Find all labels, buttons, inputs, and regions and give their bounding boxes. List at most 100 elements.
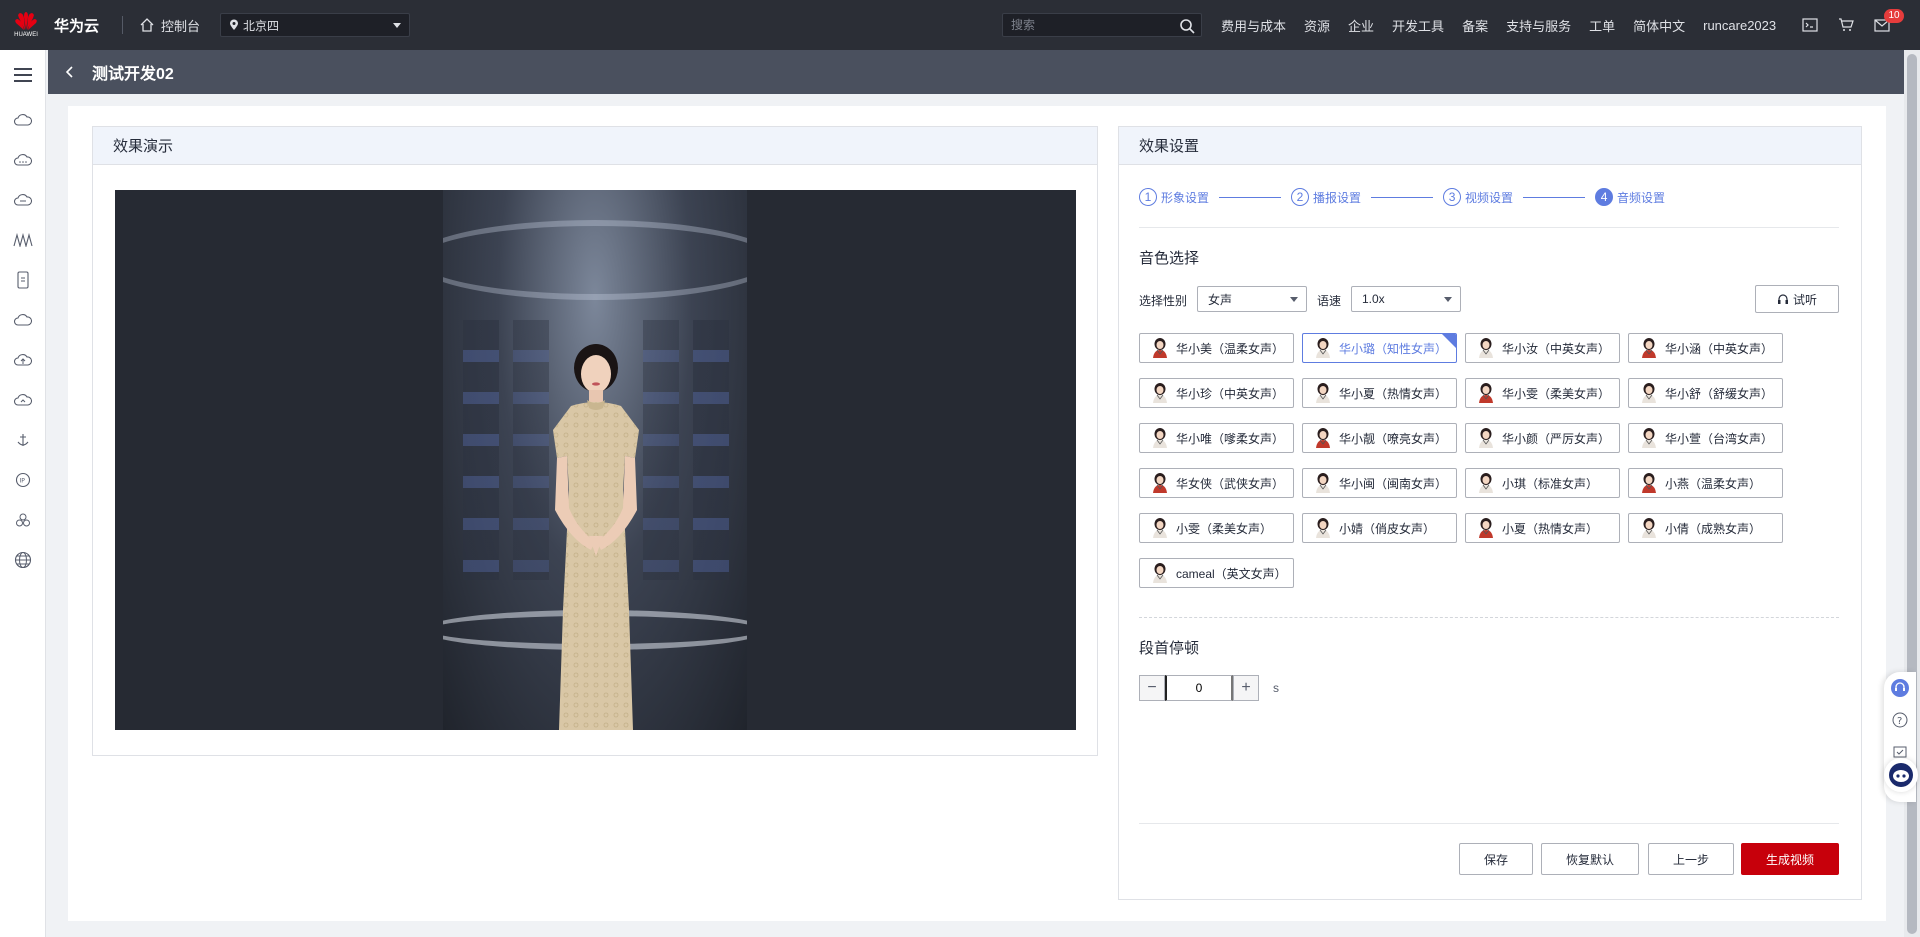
menu-icon[interactable] [0, 50, 45, 100]
voice-option[interactable]: 小倩（成熟女声） [1628, 513, 1783, 543]
virtual-studio-background [443, 190, 747, 730]
voice-option[interactable]: 华小颜（严厉女声） [1465, 423, 1620, 453]
top-nav-links: 费用与成本 资源 企业 开发工具 备案 支持与服务 工单 简体中文 runcar… [1221, 0, 1794, 50]
console-link[interactable]: 控制台 [139, 16, 200, 35]
nav-username[interactable]: runcare2023 [1703, 18, 1776, 33]
main-content: 效果演示 效果设置 1 形象设置 2 播报设置 3 视频设置 4 音频设置 音色… [68, 106, 1886, 921]
cloud-icon[interactable] [0, 300, 45, 340]
pause-unit: s [1273, 681, 1279, 695]
help-icon[interactable]: ? [1884, 704, 1916, 736]
voice-option[interactable]: 华小美（温柔女声） [1139, 333, 1294, 363]
nav-billing[interactable]: 费用与成本 [1221, 16, 1286, 35]
video-preview[interactable] [115, 190, 1076, 730]
voice-option[interactable]: 华小雯（柔美女声） [1465, 378, 1620, 408]
top-navigation-bar: HUAWEI 华为云 控制台 北京四 费用与成本 资源 企业 开发工具 备案 支… [0, 0, 1920, 50]
cloud-storage-icon[interactable] [0, 180, 45, 220]
region-label: 北京四 [243, 18, 280, 33]
nav-support[interactable]: 支持与服务 [1506, 16, 1571, 35]
voice-option[interactable]: 华小珍（中英女声） [1139, 378, 1294, 408]
cloud-upload-icon[interactable] [0, 340, 45, 380]
voice-label: 小燕（温柔女声） [1665, 476, 1762, 491]
step-avatar-settings[interactable]: 1 形象设置 [1139, 188, 1209, 206]
female-avatar-icon [1479, 518, 1493, 538]
search-icon[interactable] [1179, 18, 1195, 34]
voice-option[interactable]: 华小萱（台湾女声） [1628, 423, 1783, 453]
mobile-app-icon[interactable] [0, 260, 45, 300]
voice-label: 华小萱（台湾女声） [1665, 431, 1774, 446]
region-select[interactable]: 北京四 [220, 13, 411, 37]
gender-select[interactable]: 女声 [1197, 286, 1307, 312]
decrement-button[interactable]: − [1139, 675, 1165, 701]
cart-icon[interactable] [1828, 18, 1864, 32]
mail-badge: 10 [1884, 8, 1904, 23]
save-button[interactable]: 保存 [1459, 843, 1533, 875]
search-input[interactable] [1003, 18, 1173, 32]
nav-dev-tools[interactable]: 开发工具 [1392, 16, 1444, 35]
globe-icon[interactable] [0, 540, 45, 580]
step-video-settings[interactable]: 3 视频设置 [1443, 188, 1513, 206]
nav-icp[interactable]: 备案 [1462, 16, 1488, 35]
female-avatar-icon [1316, 473, 1330, 493]
step-label: 视频设置 [1465, 190, 1514, 205]
cloud-sync-icon[interactable] [0, 380, 45, 420]
home-icon [140, 18, 154, 32]
chevron-down-icon [1444, 297, 1452, 302]
increment-button[interactable]: + [1233, 675, 1259, 701]
generate-video-button[interactable]: 生成视频 [1741, 843, 1839, 875]
mail-icon[interactable]: 10 [1864, 8, 1904, 32]
female-avatar-icon [1642, 518, 1656, 538]
nav-enterprise[interactable]: 企业 [1348, 16, 1374, 35]
voice-option[interactable]: 华小唯（嗲柔女声） [1139, 423, 1294, 453]
voice-option[interactable]: 小婧（俏皮女声） [1302, 513, 1457, 543]
voice-label: 华小涵（中英女声） [1665, 341, 1774, 356]
model-arts-icon[interactable] [0, 220, 45, 260]
voice-option[interactable]: 小琪（标准女声） [1465, 468, 1620, 498]
voice-option[interactable]: 华小靓（嘹亮女声） [1302, 423, 1457, 453]
voice-label: 华小璐（知性女声） [1339, 341, 1448, 356]
page-scrollbar[interactable] [1904, 50, 1920, 937]
step-audio-settings[interactable]: 4 音频设置 [1595, 188, 1665, 206]
back-button[interactable] [48, 66, 92, 78]
voice-option[interactable]: 小雯（柔美女声） [1139, 513, 1294, 543]
step-broadcast-settings[interactable]: 2 播报设置 [1291, 188, 1361, 206]
voice-option[interactable]: 华小闽（闽南女声） [1302, 468, 1457, 498]
female-avatar-icon [1642, 383, 1656, 403]
cloud-network-icon[interactable] [0, 140, 45, 180]
female-avatar-icon [1316, 518, 1330, 538]
cloud-server-icon[interactable] [0, 100, 45, 140]
settings-panel-title: 效果设置 [1119, 127, 1861, 165]
step-indicator: 1 形象设置 2 播报设置 3 视频设置 4 音频设置 [1139, 187, 1839, 207]
audition-button[interactable]: 试听 [1755, 285, 1839, 313]
voice-option[interactable]: 华小涵（中英女声） [1628, 333, 1783, 363]
anchor-icon[interactable] [0, 420, 45, 460]
ai-assistant-icon[interactable] [1884, 758, 1918, 792]
voice-option[interactable]: 华小夏（热情女声） [1302, 378, 1457, 408]
scrollbar-thumb[interactable] [1907, 54, 1917, 934]
voice-option[interactable]: 华小璐（知性女声） [1302, 333, 1457, 363]
female-avatar-icon [1479, 428, 1493, 448]
voice-label: 小夏（热情女声） [1502, 521, 1599, 536]
nav-language[interactable]: 简体中文 [1633, 16, 1685, 35]
voice-option[interactable]: 小燕（温柔女声） [1628, 468, 1783, 498]
female-avatar-icon [1153, 473, 1167, 493]
voice-option[interactable]: 华女侠（武侠女声） [1139, 468, 1294, 498]
voice-option[interactable]: cameal（英文女声） [1139, 558, 1294, 588]
nav-tickets[interactable]: 工单 [1589, 16, 1615, 35]
voice-option[interactable]: 华小舒（舒缓女声） [1628, 378, 1783, 408]
huawei-cloud-logo[interactable]: HUAWEI 华为云 [0, 0, 112, 50]
divider [1139, 823, 1839, 824]
pause-input[interactable] [1165, 675, 1233, 701]
nav-resources[interactable]: 资源 [1304, 16, 1330, 35]
cluster-icon[interactable] [0, 500, 45, 540]
voice-option[interactable]: 小夏（热情女声） [1465, 513, 1620, 543]
ip-icon[interactable]: IP [0, 460, 45, 500]
voice-option[interactable]: 华小汝（中英女声） [1465, 333, 1620, 363]
customer-service-icon[interactable] [1884, 672, 1916, 704]
previous-step-button[interactable]: 上一步 [1648, 843, 1734, 875]
step-number: 4 [1595, 188, 1614, 206]
gender-value: 女声 [1208, 292, 1233, 307]
speed-select[interactable]: 1.0x [1351, 286, 1461, 312]
chevron-down-icon [1290, 297, 1298, 302]
reset-default-button[interactable]: 恢复默认 [1541, 843, 1639, 875]
terminal-icon[interactable] [1792, 18, 1828, 32]
